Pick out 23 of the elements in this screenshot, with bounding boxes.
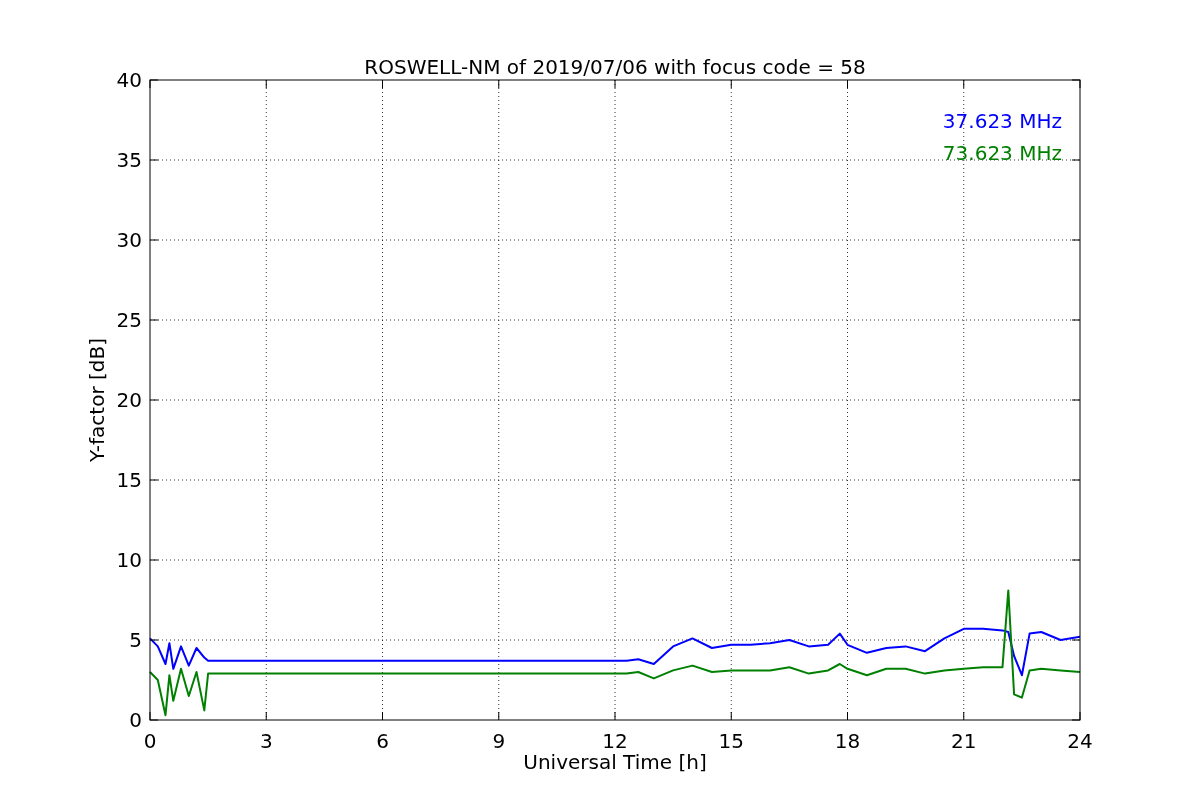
y-tick-label: 35: [116, 148, 142, 172]
x-tick-label: 12: [602, 729, 628, 753]
y-tick-label: 25: [116, 308, 142, 332]
y-tick-label: 30: [116, 228, 142, 252]
x-tick-label: 18: [834, 729, 861, 753]
legend-label: 37.623 MHz: [942, 109, 1062, 133]
y-tick-label: 5: [129, 628, 142, 652]
y-tick-label: 0: [129, 708, 142, 732]
x-tick-label: 24: [1067, 729, 1093, 753]
legend-label: 73.623 MHz: [942, 141, 1062, 165]
x-tick-label: 0: [143, 729, 157, 753]
y-tick-label: 20: [116, 388, 142, 412]
y-tick-label: 15: [116, 468, 142, 492]
x-axis-label: Universal Time [h]: [523, 750, 707, 774]
x-tick-label: 21: [951, 729, 977, 753]
x-tick-label: 6: [376, 729, 389, 753]
y-tick-label: 10: [116, 548, 142, 572]
y-tick-label: 40: [116, 68, 142, 92]
y-axis-label: Y-factor [dB]: [85, 338, 109, 462]
chart-title: ROSWELL-NM of 2019/07/06 with focus code = 58: [364, 55, 866, 79]
x-tick-label: 15: [718, 729, 744, 753]
x-tick-label: 3: [259, 729, 273, 753]
x-tick-label: 9: [492, 729, 506, 753]
